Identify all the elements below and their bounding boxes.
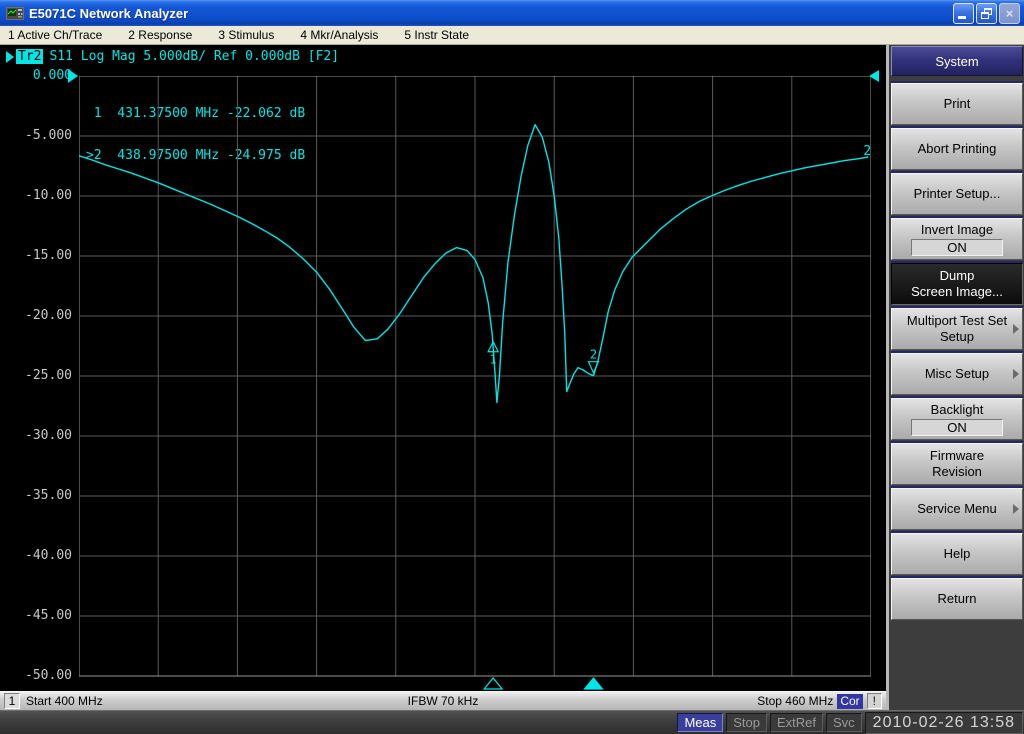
menu-item-stimulus[interactable]: 3 Stimulus — [216, 27, 276, 43]
minimize-icon — [958, 15, 966, 19]
menu-item-mkr-analysis[interactable]: 4 Mkr/Analysis — [298, 27, 380, 43]
y-tick-label: -25.00 — [25, 368, 72, 383]
softkey-label: Invert Image — [920, 222, 994, 237]
close-icon: × — [1005, 5, 1014, 21]
softkey-label: Abort Printing — [917, 141, 997, 156]
marker-2-axis-indicator-icon — [583, 677, 604, 690]
restore-icon — [981, 7, 992, 19]
softkey-menu-title: System — [891, 46, 1023, 76]
softkey-firmware-revision[interactable]: Firmware Revision — [891, 443, 1023, 485]
softkey-multiport-test-set-setup[interactable]: Multiport Test Set Setup — [891, 308, 1023, 350]
softkey-label: Multiport Test Set — [906, 313, 1008, 328]
status-svc: Svc — [826, 713, 862, 732]
channel-number-badge: 1 — [4, 693, 20, 709]
softkey-sidebar: System Print Abort Printing Printer Setup.… — [886, 45, 1024, 710]
menu-item-active-ch-trace[interactable]: 1 Active Ch/Trace — [6, 27, 104, 43]
softkey-print[interactable]: Print — [891, 83, 1023, 125]
status-extref: ExtRef — [769, 713, 823, 732]
submenu-arrow-icon — [1013, 324, 1019, 334]
sidebar-empty-area — [891, 620, 1023, 710]
y-tick-label: -15.00 — [25, 248, 72, 263]
softkey-printer-setup[interactable]: Printer Setup... — [891, 173, 1023, 215]
s11-trace-plot: 2 1 2 — [79, 76, 871, 690]
softkey-label: Dump — [939, 268, 975, 283]
marker-1-number: 1 — [490, 353, 497, 367]
softkey-return[interactable]: Return — [891, 578, 1023, 620]
menu-item-response[interactable]: 2 Response — [126, 27, 194, 43]
softkey-label: Screen Image... — [911, 284, 1003, 299]
softkey-service-menu[interactable]: Service Menu — [891, 488, 1023, 530]
app-icon — [6, 6, 24, 20]
marker-2-number: 2 — [590, 348, 597, 362]
y-tick-label: -30.00 — [25, 428, 72, 443]
datetime-display: 2010-02-26 13:58 — [864, 711, 1023, 734]
restore-button[interactable] — [976, 2, 997, 24]
active-trace-arrow-icon — [6, 50, 14, 63]
toggle-state: ON — [911, 419, 1003, 436]
status-meas: Meas — [677, 713, 724, 732]
instrument-display: Tr2 S11 Log Mag 5.000dB/ Ref 0.000dB [F2]… — [0, 45, 886, 710]
softkey-label: Help — [943, 546, 971, 561]
submenu-arrow-icon — [1013, 369, 1019, 379]
softkey-label: Return — [937, 591, 977, 606]
softkey-abort-printing[interactable]: Abort Printing — [891, 128, 1023, 170]
marker-1-axis-indicator-icon — [482, 677, 504, 690]
y-tick-label: 0.000 — [32, 68, 72, 83]
softkey-label: Misc Setup — [924, 366, 990, 381]
softkey-label: Backlight — [930, 402, 984, 417]
softkey-dump-screen-image[interactable]: Dump Screen Image... — [891, 263, 1023, 305]
title-bar: E5071C Network Analyzer × — [0, 0, 1024, 26]
softkey-label: Revision — [932, 464, 982, 479]
y-tick-label: -45.00 — [25, 608, 72, 623]
trace-tag: Tr2 — [16, 49, 44, 64]
trace-header[interactable]: Tr2 S11 Log Mag 5.000dB/ Ref 0.000dB [F2] — [6, 49, 339, 64]
y-tick-label: -20.00 — [25, 308, 72, 323]
softkey-help[interactable]: Help — [891, 533, 1023, 575]
y-tick-label: -35.00 — [25, 488, 72, 503]
minimize-button[interactable] — [953, 2, 974, 24]
menu-item-instr-state[interactable]: 5 Instr State — [402, 27, 471, 43]
softkey-label: Firmware — [929, 448, 985, 463]
softkey-label: Service Menu — [917, 501, 997, 516]
menu-bar: 1 Active Ch/Trace 2 Response 3 Stimulus 4 M… — [0, 26, 1024, 45]
trace-settings-text: S11 Log Mag 5.000dB/ Ref 0.000dB [F2] — [49, 49, 340, 64]
instrument-status-bar: Meas Stop ExtRef Svc 2010-02-26 13:58 — [0, 710, 1024, 734]
s11-trace-line — [79, 123, 869, 404]
window-title: E5071C Network Analyzer — [29, 5, 189, 21]
plot-screen: Tr2 S11 Log Mag 5.000dB/ Ref 0.000dB [F2]… — [0, 45, 886, 691]
softkey-label: Setup — [940, 329, 974, 344]
status-stop: Stop — [726, 713, 767, 732]
y-tick-label: -5.000 — [25, 128, 72, 143]
softkey-invert-image[interactable]: Invert Image ON — [891, 218, 1023, 260]
softkey-label: Print — [943, 96, 971, 111]
application-window: E5071C Network Analyzer × 1 Active Ch/Tr… — [0, 0, 1024, 734]
y-tick-label: -40.00 — [25, 548, 72, 563]
y-tick-label: -50.00 — [25, 668, 72, 683]
toggle-state: ON — [911, 239, 1003, 256]
softkey-misc-setup[interactable]: Misc Setup — [891, 353, 1023, 395]
y-tick-label: -10.00 — [25, 188, 72, 203]
close-button[interactable]: × — [999, 2, 1020, 24]
softkey-backlight[interactable]: Backlight ON — [891, 398, 1023, 440]
submenu-arrow-icon — [1013, 504, 1019, 514]
softkey-label: Printer Setup... — [913, 186, 1001, 201]
trace-end-number-label: 2 — [863, 144, 871, 159]
